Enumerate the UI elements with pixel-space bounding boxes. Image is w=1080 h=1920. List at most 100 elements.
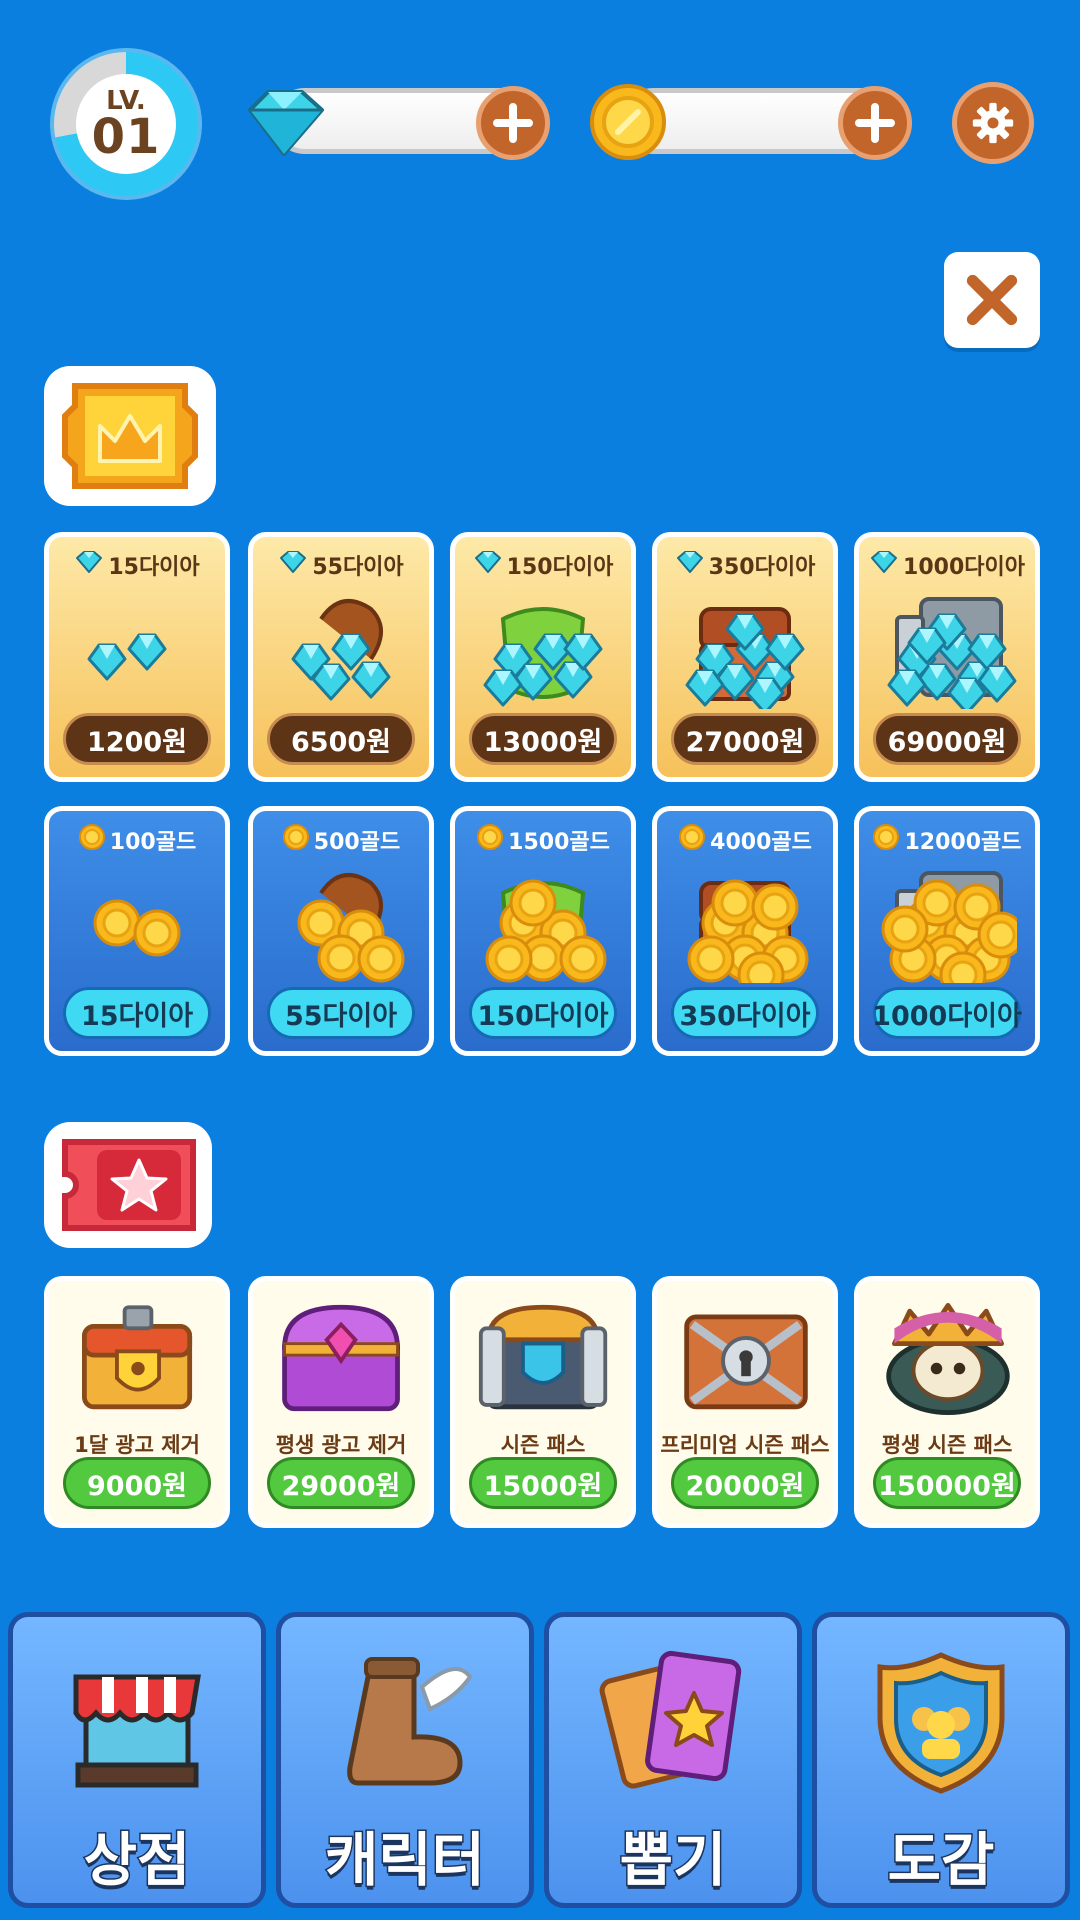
card-draw-icon <box>598 1647 748 1797</box>
gem-icon <box>74 550 104 580</box>
diamond-pack-amount: 150다이아 <box>506 555 614 580</box>
pass-item-price-button[interactable]: 20000원 <box>671 1457 819 1509</box>
diamond-pack-amount: 1000다이아 <box>903 555 1025 580</box>
level-number: 01 <box>91 109 161 165</box>
diamond-pack-card[interactable]: 1000다이아 69000원 <box>854 532 1040 782</box>
pass-item-name: 평생 시즌 패스 <box>881 1433 1013 1457</box>
diamond-pack-label-row: 1000다이아 <box>859 549 1035 581</box>
gold-pack-art <box>473 863 613 983</box>
gold-pack-price-button[interactable]: 150다이아 <box>469 987 617 1039</box>
diamond-pack-card[interactable]: 150다이아 13000원 <box>450 532 636 782</box>
gold-pack-amount: 100골드 <box>109 830 197 855</box>
diamond-pack-price-button[interactable]: 6500원 <box>267 713 415 765</box>
diamond-pack-art <box>473 589 613 709</box>
diamond-pack-art <box>271 589 411 709</box>
diamond-pack-label-row: 150다이아 <box>455 549 631 581</box>
gold-pack-art <box>675 863 815 999</box>
crown-ticket-icon <box>62 383 198 489</box>
level-display: LV. 01 <box>76 74 176 174</box>
pass-item-art <box>477 1299 611 1417</box>
pass-item-card[interactable]: 프리미엄 시즌 패스 20000원 <box>652 1276 838 1528</box>
gold-pack-art <box>67 863 207 983</box>
pass-item-name: 1달 광고 제거 <box>74 1433 200 1457</box>
close-icon <box>966 274 1018 326</box>
gem-icon <box>473 550 503 580</box>
gold-pack-label-row: 4000골드 <box>657 823 833 857</box>
pass-item-card[interactable]: 평생 시즌 패스 150000원 <box>854 1276 1040 1528</box>
gold-pack-card[interactable]: 500골드 55다이아 <box>248 806 434 1056</box>
diamond-pack-card[interactable]: 350다이아 27000원 <box>652 532 838 782</box>
gold-pack-price-button[interactable]: 350다이아 <box>671 987 819 1039</box>
nav-tab-3[interactable]: 도감 <box>812 1612 1070 1908</box>
diamond-pack-price-button[interactable]: 1200원 <box>63 713 211 765</box>
gold-pack-card[interactable]: 1500골드 150다이아 <box>450 806 636 1056</box>
diamond-pack-art <box>675 589 815 715</box>
gold-pack-art <box>271 863 411 983</box>
shop-icon <box>62 1647 212 1797</box>
gem-icon <box>240 86 328 158</box>
pass-item-art <box>71 1299 205 1417</box>
gold-pack-price-button[interactable]: 55다이아 <box>267 987 415 1039</box>
pass-item-price-button[interactable]: 29000원 <box>267 1457 415 1509</box>
pass-item-card[interactable]: 1달 광고 제거 9000원 <box>44 1276 230 1528</box>
nav-tab-1[interactable]: 캐릭터 <box>276 1612 534 1908</box>
gold-pack-amount: 500골드 <box>313 830 401 855</box>
gold-pack-price-button[interactable]: 15다이아 <box>63 987 211 1039</box>
diamond-pack-card[interactable]: 55다이아 6500원 <box>248 532 434 782</box>
diamond-pack-amount: 350다이아 <box>708 555 816 580</box>
diamond-pack-card[interactable]: 15다이아 1200원 <box>44 532 230 782</box>
gold-coin-icon <box>588 82 668 162</box>
gold-coin-icon <box>78 823 106 857</box>
pass-item-card[interactable]: 시즌 패스 15000원 <box>450 1276 636 1528</box>
pass-item-name: 평생 광고 제거 <box>275 1433 407 1457</box>
gold-pack-label-row: 100골드 <box>49 823 225 857</box>
diamond-pack-price-button[interactable]: 13000원 <box>469 713 617 765</box>
nav-tab-0[interactable]: 상점 <box>8 1612 266 1908</box>
gold-coin-icon <box>872 823 900 857</box>
pass-item-price-button[interactable]: 9000원 <box>63 1457 211 1509</box>
nav-tab-label: 상점 <box>82 1825 192 1896</box>
gold-pack-amount: 1500골드 <box>508 830 610 855</box>
nav-tab-label: 뽑기 <box>618 1825 728 1896</box>
nav-tab-label: 캐릭터 <box>323 1825 486 1896</box>
level-badge[interactable]: LV. 01 <box>50 48 202 200</box>
gold-pack-price-button[interactable]: 1000다이아 <box>872 987 1022 1039</box>
nav-tab-2[interactable]: 뽑기 <box>544 1612 802 1908</box>
gem-icon <box>869 550 899 580</box>
gem-icon <box>278 550 308 580</box>
gold-pack-label-row: 500골드 <box>253 823 429 857</box>
pass-item-price-button[interactable]: 15000원 <box>469 1457 617 1509</box>
diamond-pack-price-button[interactable]: 69000원 <box>873 713 1021 765</box>
plus-icon <box>493 103 533 143</box>
pass-item-card[interactable]: 평생 광고 제거 29000원 <box>248 1276 434 1528</box>
gold-pack-card[interactable]: 4000골드 350다이아 <box>652 806 838 1056</box>
diamond-pack-art <box>67 589 207 709</box>
pass-item-price-button[interactable]: 150000원 <box>873 1457 1021 1509</box>
close-button[interactable] <box>944 252 1040 348</box>
gold-coin-icon <box>678 823 706 857</box>
diamond-pack-price-button[interactable]: 27000원 <box>671 713 819 765</box>
pass-item-art <box>881 1299 1015 1417</box>
diamond-pack-label-row: 15다이아 <box>49 549 225 581</box>
diamond-pack-amount: 55다이아 <box>312 555 404 580</box>
add-gem-button[interactable] <box>476 86 550 160</box>
pass-item-art <box>275 1299 409 1417</box>
diamond-pack-art <box>877 589 1017 715</box>
settings-button[interactable] <box>952 82 1034 164</box>
pass-item-art <box>679 1299 813 1417</box>
gold-coin-icon <box>476 823 504 857</box>
gold-pack-amount: 4000골드 <box>710 830 812 855</box>
gold-pack-label-row: 12000골드 <box>859 823 1035 857</box>
gold-pack-card[interactable]: 12000골드 1000다이아 <box>854 806 1040 1056</box>
nav-tab-label: 도감 <box>886 1825 996 1896</box>
gear-icon <box>972 102 1014 144</box>
plus-icon <box>855 103 895 143</box>
collection-shield-icon <box>866 1647 1016 1797</box>
pass-section-badge <box>44 1122 212 1248</box>
gold-pack-amount: 12000골드 <box>904 830 1022 855</box>
gold-coin-icon <box>282 823 310 857</box>
add-gold-button[interactable] <box>838 86 912 160</box>
gold-pack-card[interactable]: 100골드 15다이아 <box>44 806 230 1056</box>
diamond-pack-label-row: 55다이아 <box>253 549 429 581</box>
star-ticket-icon <box>62 1139 196 1231</box>
